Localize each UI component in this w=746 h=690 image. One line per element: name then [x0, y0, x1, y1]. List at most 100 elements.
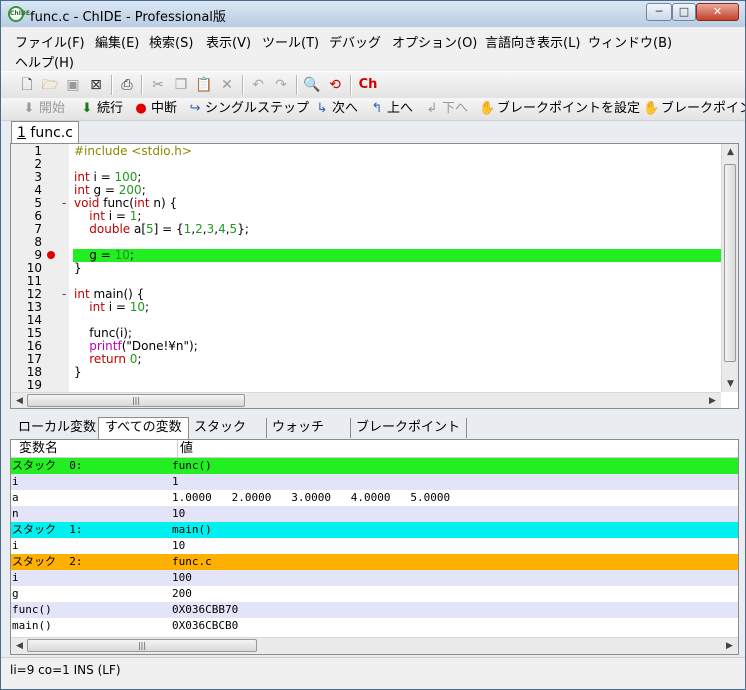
main-toolbar: 🗋 🗁 ▣ ⊠ ⎙ ✂ ❐ 📋 ✕ ↶ ↷ 🔍 ⟲ Ch: [1, 71, 745, 99]
cut-icon[interactable]: ✂: [149, 76, 167, 94]
variable-row[interactable]: func() 0X036CBB70: [11, 602, 738, 618]
save-icon[interactable]: ▣: [64, 76, 82, 94]
code-line-current[interactable]: 9 g = 10;: [11, 249, 721, 262]
new-file-icon[interactable]: 🗋: [18, 76, 36, 94]
toolbar-separator: [111, 75, 113, 95]
code-line[interactable]: 10}: [11, 262, 721, 275]
variables-header: 変数名 値: [11, 440, 738, 458]
set-breakpoint-label: ブレークポイントを設定: [497, 101, 641, 116]
variable-row[interactable]: main() 0X036CBCB0: [11, 618, 738, 634]
code-line[interactable]: 17 return 0;: [11, 353, 721, 366]
tab-all-variables[interactable]: すべての変数: [98, 417, 189, 440]
up-button[interactable]: ↰ 上へ: [369, 100, 413, 118]
column-header-name[interactable]: 変数名: [19, 440, 58, 457]
line-number: 19: [26, 378, 42, 392]
scroll-thumb[interactable]: |||: [27, 394, 245, 407]
single-step-icon: ↪: [189, 101, 201, 116]
tab-watch[interactable]: ウォッチ: [266, 418, 351, 438]
variable-row[interactable]: スタック 0: func(): [11, 458, 738, 474]
continue-button[interactable]: ⬇ 続行: [79, 100, 123, 118]
variable-row[interactable]: i 10: [11, 538, 738, 554]
editor-horizontal-scrollbar[interactable]: ◀ ||| ▶: [11, 392, 721, 408]
code-editor[interactable]: 1 #include <stdio.h> 2 3 int i = 100; 4 int…: [10, 143, 739, 409]
single-step-button[interactable]: ↪ シングルステップ: [187, 100, 309, 118]
menu-options[interactable]: オプション(O): [392, 32, 477, 51]
code-line[interactable]: 18}: [11, 366, 721, 379]
close-file-icon[interactable]: ⊠: [87, 76, 105, 94]
maximize-button[interactable]: □: [672, 3, 696, 21]
start-button[interactable]: ⬇ 開始: [21, 100, 65, 118]
scroll-right-icon[interactable]: ▶: [721, 638, 738, 654]
variable-name: i: [12, 571, 19, 584]
open-folder-icon[interactable]: 🗁: [41, 76, 59, 94]
menu-tools[interactable]: ツール(T): [262, 32, 319, 51]
variables-horizontal-scrollbar[interactable]: ◀ ||| ▶: [11, 637, 738, 654]
code-line[interactable]: 1 #include <stdio.h>: [11, 145, 721, 158]
scroll-thumb[interactable]: [724, 164, 736, 362]
breakpoint-button[interactable]: ✋ ブレークポイン: [643, 100, 745, 118]
continue-label: 続行: [97, 101, 124, 116]
column-header-value[interactable]: 値: [177, 440, 193, 457]
variable-row[interactable]: n 10: [11, 506, 738, 522]
toolbar-separator: [350, 75, 352, 95]
menu-view[interactable]: 表示(V): [206, 32, 251, 51]
menu-search[interactable]: 検索(S): [149, 32, 193, 51]
scroll-left-icon[interactable]: ◀: [11, 638, 28, 654]
print-icon[interactable]: ⎙: [118, 76, 136, 94]
scroll-up-icon[interactable]: ▲: [722, 144, 738, 160]
variable-value: func.c: [172, 555, 212, 568]
paste-icon[interactable]: 📋: [195, 76, 213, 94]
chide-logo-icon: ChIDE: [8, 6, 30, 22]
variable-value: func(): [172, 459, 212, 472]
tab-stack[interactable]: スタック: [188, 418, 267, 438]
menu-help[interactable]: ヘルプ(H): [15, 52, 74, 71]
fold-toggle-icon[interactable]: -: [62, 197, 70, 210]
ch-run-icon[interactable]: Ch: [357, 76, 379, 94]
variable-value: 100: [172, 571, 192, 584]
variable-row[interactable]: スタック 1: main(): [11, 522, 738, 538]
variable-name: n: [12, 507, 19, 520]
break-label: 中断: [151, 101, 178, 116]
variable-row[interactable]: i 100: [11, 570, 738, 586]
breakpoint-marker-icon[interactable]: [47, 251, 55, 259]
variable-row[interactable]: スタック 2: func.c: [11, 554, 738, 570]
title-bar: ChIDE func.c - ChIDE - Professional版 ─ □…: [1, 1, 745, 27]
editor-vertical-scrollbar[interactable]: ▲ ▼: [721, 144, 738, 392]
replace-icon[interactable]: ⟲: [326, 76, 344, 94]
menu-language-view[interactable]: 言語向き表示(L): [485, 32, 580, 51]
delete-icon[interactable]: ✕: [218, 76, 236, 94]
scroll-left-icon[interactable]: ◀: [11, 393, 28, 408]
undo-icon[interactable]: ↶: [249, 76, 267, 94]
code-line[interactable]: 7 double a[5] = {1,2,3,4,5};: [11, 223, 721, 236]
down-button[interactable]: ↲ 下へ: [424, 100, 468, 118]
variable-row[interactable]: g 200: [11, 586, 738, 602]
scroll-right-icon[interactable]: ▶: [704, 393, 721, 408]
fold-toggle-icon[interactable]: -: [62, 288, 70, 301]
menu-edit[interactable]: 編集(E): [95, 32, 139, 51]
copy-icon[interactable]: ❐: [172, 76, 190, 94]
menu-file[interactable]: ファイル(F): [15, 32, 85, 51]
variable-row[interactable]: a 1.0000 2.0000 3.0000 4.0000 5.0000: [11, 490, 738, 506]
scroll-thumb[interactable]: |||: [27, 639, 257, 652]
set-breakpoint-button[interactable]: ✋ ブレークポイントを設定: [479, 100, 640, 118]
variable-row[interactable]: i1: [11, 474, 738, 490]
window-title: func.c - ChIDE - Professional版: [30, 10, 226, 25]
tab-local-variables[interactable]: ローカル変数: [12, 418, 104, 438]
scroll-down-icon[interactable]: ▼: [722, 376, 738, 392]
code-line[interactable]: 19: [11, 379, 721, 392]
tab-breakpoints[interactable]: ブレークポイント: [350, 418, 468, 438]
redo-icon[interactable]: ↷: [272, 76, 290, 94]
debug-panel-tabs: ローカル変数 すべての変数 スタック ウォッチ ブレークポイント: [10, 417, 737, 440]
close-button[interactable]: ✕: [696, 3, 739, 21]
tab-func-c[interactable]: 1 func.c: [11, 121, 79, 144]
menu-debug[interactable]: デバッグ: [329, 32, 381, 51]
toolbar-separator: [296, 75, 298, 95]
menu-window[interactable]: ウィンドウ(B): [588, 32, 672, 51]
code-line[interactable]: 13 int i = 10;: [11, 301, 721, 314]
minimize-button[interactable]: ─: [646, 3, 672, 21]
variable-name: main(): [12, 619, 52, 632]
variable-name: スタック 1:: [12, 523, 83, 536]
find-icon[interactable]: 🔍: [303, 76, 321, 94]
next-button[interactable]: ↳ 次へ: [314, 100, 358, 118]
break-button[interactable]: ● 中断: [133, 100, 177, 118]
